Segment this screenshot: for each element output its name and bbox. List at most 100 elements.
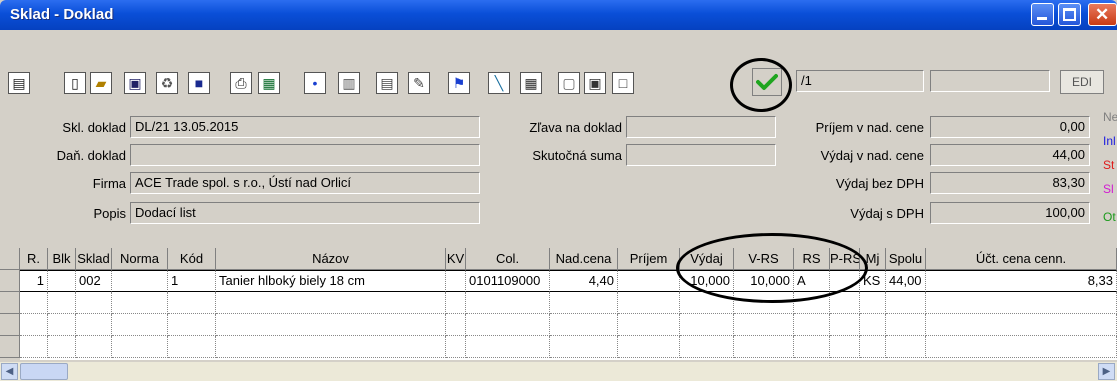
empty-cell[interactable] <box>48 292 76 314</box>
column-header[interactable]: Názov <box>216 248 446 270</box>
printer-button[interactable]: ⎙ <box>230 72 252 94</box>
column-header[interactable]: V-RS <box>734 248 794 270</box>
row-selector-1[interactable] <box>0 270 20 292</box>
copy2-button[interactable]: ▣ <box>584 72 606 94</box>
monitor-button[interactable]: ■ <box>188 72 210 94</box>
edi-button[interactable]: EDI <box>1060 70 1104 94</box>
close-button[interactable]: ✕ <box>1088 3 1117 26</box>
column-header[interactable]: Mj <box>860 248 886 270</box>
empty-cell[interactable] <box>466 292 550 314</box>
empty-cell[interactable] <box>830 292 860 314</box>
column-header[interactable]: P-RS <box>830 248 860 270</box>
column-header[interactable]: Spolu <box>886 248 926 270</box>
empty-cell[interactable] <box>550 314 618 336</box>
table-cell[interactable]: 10,000 <box>734 270 794 292</box>
column-header[interactable]: Výdaj <box>680 248 734 270</box>
skutocna-suma-field[interactable] <box>626 144 776 166</box>
table-cell[interactable]: 1 <box>20 270 48 292</box>
empty-cell[interactable] <box>446 314 466 336</box>
empty-cell[interactable] <box>48 314 76 336</box>
open-folder-button[interactable]: ▰ <box>90 72 112 94</box>
table-cell[interactable]: Tanier hlboký biely 18 cm <box>216 270 446 292</box>
table-cell[interactable]: 0101109000 <box>466 270 550 292</box>
empty-cell[interactable] <box>680 292 734 314</box>
empty-cell[interactable] <box>886 292 926 314</box>
table-cell[interactable]: 1 <box>168 270 216 292</box>
empty-cell[interactable] <box>886 336 926 358</box>
confirm-button[interactable] <box>752 68 782 96</box>
empty-cell[interactable] <box>466 314 550 336</box>
empty-cell[interactable] <box>168 336 216 358</box>
empty-cell[interactable] <box>216 336 446 358</box>
empty-cell[interactable] <box>216 292 446 314</box>
empty-cell[interactable] <box>446 292 466 314</box>
table-cell[interactable]: KS <box>860 270 886 292</box>
empty-cell[interactable] <box>466 336 550 358</box>
empty-cell[interactable] <box>926 314 1117 336</box>
firma-field[interactable]: ACE Trade spol. s r.o., Ústí nad Orlicí <box>130 172 480 194</box>
empty-cell[interactable] <box>76 314 112 336</box>
print-button[interactable]: ▤ <box>8 72 30 94</box>
new-document-button[interactable]: ▯ <box>64 72 86 94</box>
table-cell[interactable] <box>618 270 680 292</box>
empty-cell[interactable] <box>168 292 216 314</box>
empty-cell[interactable] <box>48 336 76 358</box>
column-header[interactable]: Col. <box>466 248 550 270</box>
column-header[interactable]: Norma <box>112 248 168 270</box>
maximize-button[interactable] <box>1058 3 1081 26</box>
empty-cell[interactable] <box>886 314 926 336</box>
empty-cell[interactable] <box>860 314 886 336</box>
table-cell[interactable] <box>48 270 76 292</box>
table-cell[interactable]: 002 <box>76 270 112 292</box>
row-selector-4[interactable] <box>0 336 20 358</box>
table-cell[interactable] <box>830 270 860 292</box>
empty-cell[interactable] <box>76 292 112 314</box>
empty-cell[interactable] <box>926 292 1117 314</box>
empty-cell[interactable] <box>550 336 618 358</box>
empty-cell[interactable] <box>926 336 1117 358</box>
ledger-button[interactable]: ▤ <box>376 72 398 94</box>
row-selector-2[interactable] <box>0 292 20 314</box>
column-header[interactable]: RS <box>794 248 830 270</box>
empty-cell[interactable] <box>860 292 886 314</box>
grid-button[interactable]: ▦ <box>258 72 280 94</box>
page-button[interactable]: □ <box>612 72 634 94</box>
calculator-button[interactable]: ▦ <box>520 72 542 94</box>
column-header[interactable]: KV <box>446 248 466 270</box>
empty-cell[interactable] <box>794 336 830 358</box>
table-cell[interactable] <box>112 270 168 292</box>
empty-cell[interactable] <box>618 292 680 314</box>
empty-cell[interactable] <box>112 314 168 336</box>
table-cell[interactable]: 4,40 <box>550 270 618 292</box>
horizontal-scrollbar[interactable]: ◀ ▶ <box>0 362 1117 381</box>
recycle-bin-button[interactable]: ♻ <box>156 72 178 94</box>
row-selector-3[interactable] <box>0 314 20 336</box>
empty-cell[interactable] <box>680 336 734 358</box>
scroll-left-icon[interactable]: ◀ <box>1 363 18 380</box>
empty-cell[interactable] <box>216 314 446 336</box>
list-button[interactable]: ▥ <box>338 72 360 94</box>
table-cell[interactable]: 10,000 <box>680 270 734 292</box>
empty-cell[interactable] <box>734 292 794 314</box>
edit-button[interactable]: ✎ <box>408 72 430 94</box>
table-cell[interactable]: 44,00 <box>886 270 926 292</box>
sign-button[interactable]: ▢ <box>558 72 580 94</box>
zlava-field[interactable] <box>626 116 776 138</box>
empty-cell[interactable] <box>794 292 830 314</box>
column-header[interactable]: R. <box>20 248 48 270</box>
empty-cell[interactable] <box>794 314 830 336</box>
scroll-right-icon[interactable]: ▶ <box>1098 363 1115 380</box>
column-header[interactable]: Nad.cena <box>550 248 618 270</box>
empty-cell[interactable] <box>618 336 680 358</box>
empty-cell[interactable] <box>860 336 886 358</box>
title-bar[interactable]: Sklad - Doklad ✕ <box>0 0 1117 30</box>
empty-cell[interactable] <box>446 336 466 358</box>
empty-cell[interactable] <box>734 336 794 358</box>
empty-cell[interactable] <box>20 292 48 314</box>
empty-cell[interactable] <box>20 314 48 336</box>
popis-field[interactable]: Dodací list <box>130 202 480 224</box>
column-header[interactable]: Sklad <box>76 248 112 270</box>
empty-cell[interactable] <box>734 314 794 336</box>
empty-cell[interactable] <box>680 314 734 336</box>
column-header[interactable]: Kód <box>168 248 216 270</box>
